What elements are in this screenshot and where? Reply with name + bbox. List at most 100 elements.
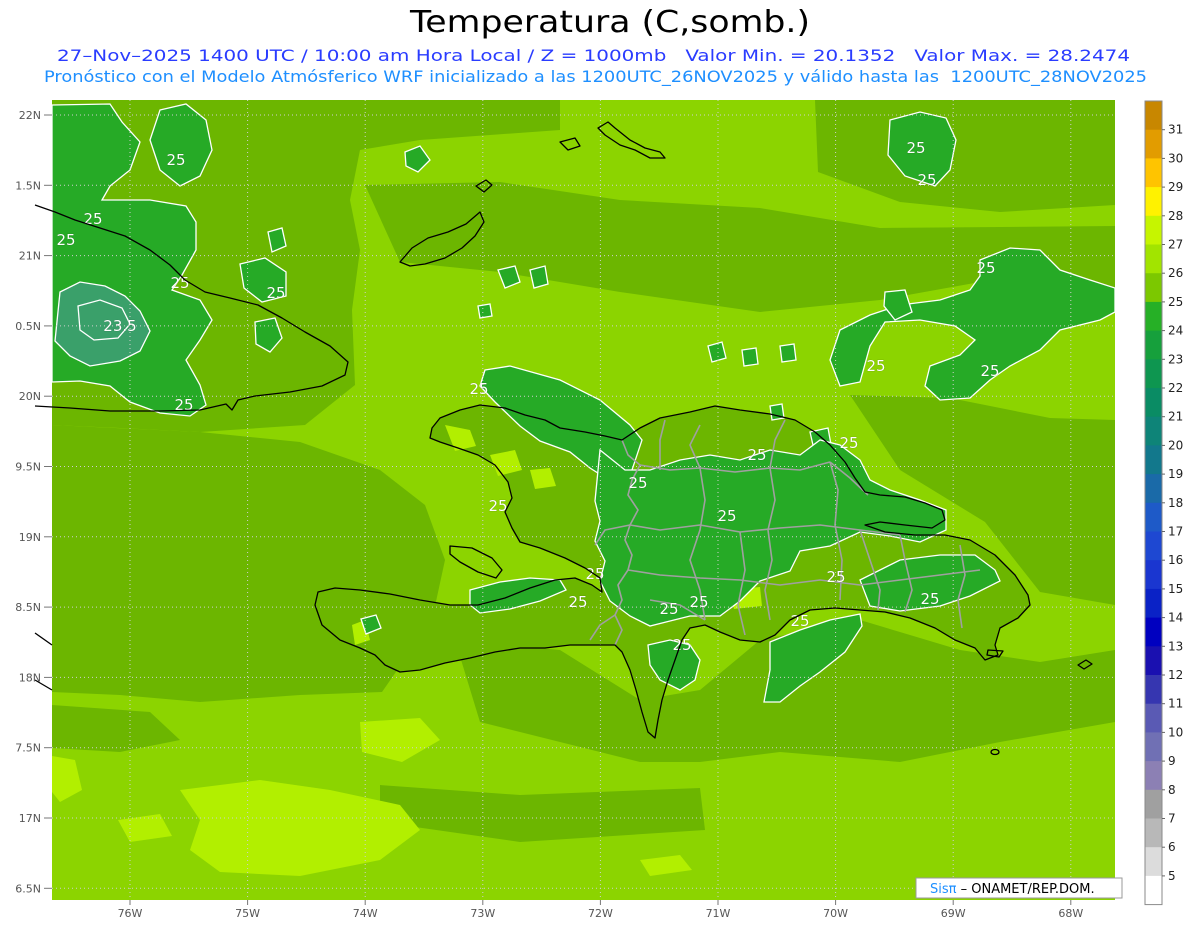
colorbar-label: 9	[1168, 754, 1176, 768]
colorbar-label: 30	[1168, 151, 1183, 165]
temperature-forecast-map: Temperatura (C,somb.) 27–Nov–2025 1400 U…	[0, 0, 1200, 927]
colorbar-label: 8	[1168, 783, 1176, 797]
contour-label: 25	[917, 171, 936, 189]
contour-label: 25	[906, 139, 925, 157]
contour-label: 25	[166, 151, 185, 169]
contour-label: 25	[672, 636, 691, 654]
colorbar-label: 19	[1168, 467, 1183, 481]
colorbar-swatch	[1145, 588, 1162, 618]
contour-label: 25	[866, 357, 885, 375]
colorbar-swatch	[1145, 187, 1162, 217]
colorbar-swatch	[1145, 416, 1162, 446]
lon-tick-label: 70W	[823, 907, 848, 920]
colorbar-label: 28	[1168, 209, 1183, 223]
lon-tick-label: 75W	[235, 907, 260, 920]
colorbar-swatch	[1145, 502, 1162, 532]
colorbar-swatch	[1145, 215, 1162, 245]
colorbar-label: 20	[1168, 438, 1183, 452]
map-title: Temperatura (C,somb.)	[409, 5, 810, 40]
colorbar-swatch	[1145, 646, 1162, 676]
lat-tick-label: 18N	[19, 671, 41, 684]
lat-tick-label: 17N	[19, 812, 41, 825]
contour-label: 25	[469, 380, 488, 398]
credit-organization: – ONAMET/REP.DOM.	[956, 882, 1094, 897]
colorbar-label: 14	[1168, 611, 1183, 625]
lat-tick-label: 0.5N	[15, 320, 41, 333]
contour-label: 25	[920, 590, 939, 608]
field-region	[779, 343, 797, 363]
lat-tick-label: 21N	[19, 250, 41, 263]
colorbar-label: 18	[1168, 496, 1183, 510]
lon-tick-label: 71W	[706, 907, 731, 920]
colorbar-swatch	[1145, 675, 1162, 705]
lon-tick-label: 76W	[118, 907, 143, 920]
colorbar-swatch	[1145, 445, 1162, 475]
colorbar-label: 7	[1168, 812, 1176, 826]
lat-tick-label: 8.5N	[15, 601, 41, 614]
contour-label: 25	[717, 507, 736, 525]
colorbar-label: 15	[1168, 582, 1183, 596]
colorbar-label: 23	[1168, 352, 1183, 366]
credit-text: Sisπ – ONAMET/REP.DOM.	[930, 882, 1095, 897]
contour-label: 25	[976, 259, 995, 277]
colorbar-swatch	[1145, 301, 1162, 331]
field-region	[477, 303, 493, 319]
credit-box: Sisπ – ONAMET/REP.DOM.	[915, 877, 1123, 899]
colorbar-swatch	[1145, 359, 1162, 389]
lat-tick-label: 1.5N	[15, 179, 41, 192]
field-region	[741, 347, 759, 367]
lat-tick-label: 19N	[19, 531, 41, 544]
lon-tick-label: 69W	[941, 907, 966, 920]
colorbar-label: 21	[1168, 410, 1183, 424]
contour-label: 25	[839, 434, 858, 452]
contour-label: 25	[266, 284, 285, 302]
colorbar-swatch	[1145, 330, 1162, 360]
colorbar-label: 29	[1168, 180, 1183, 194]
lon-tick-label: 68W	[1058, 907, 1083, 920]
colorbar-label: 26	[1168, 266, 1183, 280]
colorbar-swatch	[1145, 474, 1162, 504]
colorbar-swatch	[1145, 129, 1162, 159]
contour-label: 25	[170, 274, 189, 292]
colorbar-label: 22	[1168, 381, 1183, 395]
lat-tick-label: 7.5N	[15, 742, 41, 755]
map-plot-area: 25 25 25 25 25 23.5 25 25 25 25 25 25 25…	[52, 100, 1115, 900]
colorbar-label: 10	[1168, 725, 1183, 739]
colorbar-label: 6	[1168, 840, 1176, 854]
colorbar-label: 16	[1168, 553, 1183, 567]
contour-label: 25	[747, 446, 766, 464]
lat-tick-label: 9.5N	[15, 461, 41, 474]
colorbar-label: 24	[1168, 324, 1183, 338]
credit-brand: Sisπ	[930, 882, 957, 897]
lat-tick-label: 20N	[19, 390, 41, 403]
colorbar-swatch	[1145, 560, 1162, 590]
lon-tick-label: 72W	[588, 907, 613, 920]
contour-label: 25	[659, 600, 678, 618]
colorbar-label: 27	[1168, 238, 1183, 252]
contour-label: 25	[56, 231, 75, 249]
colorbar-swatch	[1145, 703, 1162, 733]
colorbar-label: 25	[1168, 295, 1183, 309]
colorbar-swatch	[1145, 158, 1162, 188]
model-info: Pronóstico con el Modelo Atmósferico WRF…	[44, 67, 1147, 87]
contour-label: 25	[628, 474, 647, 492]
colorbar-swatch	[1145, 617, 1162, 647]
colorbar-swatch	[1145, 388, 1162, 418]
colorbar-swatch	[1145, 761, 1162, 791]
colorbar-swatch	[1145, 101, 1162, 131]
lon-tick-label: 73W	[470, 907, 495, 920]
colorbar-label: 13	[1168, 639, 1183, 653]
colorbar-label: 11	[1168, 697, 1183, 711]
lat-tick-label: 6.5N	[15, 882, 41, 895]
contour-label: 25	[568, 593, 587, 611]
colorbar-swatch	[1145, 789, 1162, 819]
field-region	[707, 341, 727, 363]
colorbar-swatch	[1145, 273, 1162, 303]
colorbar-label: 31	[1168, 123, 1183, 137]
contour-label: 25	[174, 396, 193, 414]
forecast-time-and-range: 27–Nov–2025 1400 UTC / 10:00 am Hora Loc…	[57, 46, 1130, 65]
field-region	[529, 265, 549, 289]
contour-label: 25	[980, 362, 999, 380]
colorbar-swatch	[1145, 244, 1162, 274]
colorbar-swatch	[1145, 732, 1162, 762]
